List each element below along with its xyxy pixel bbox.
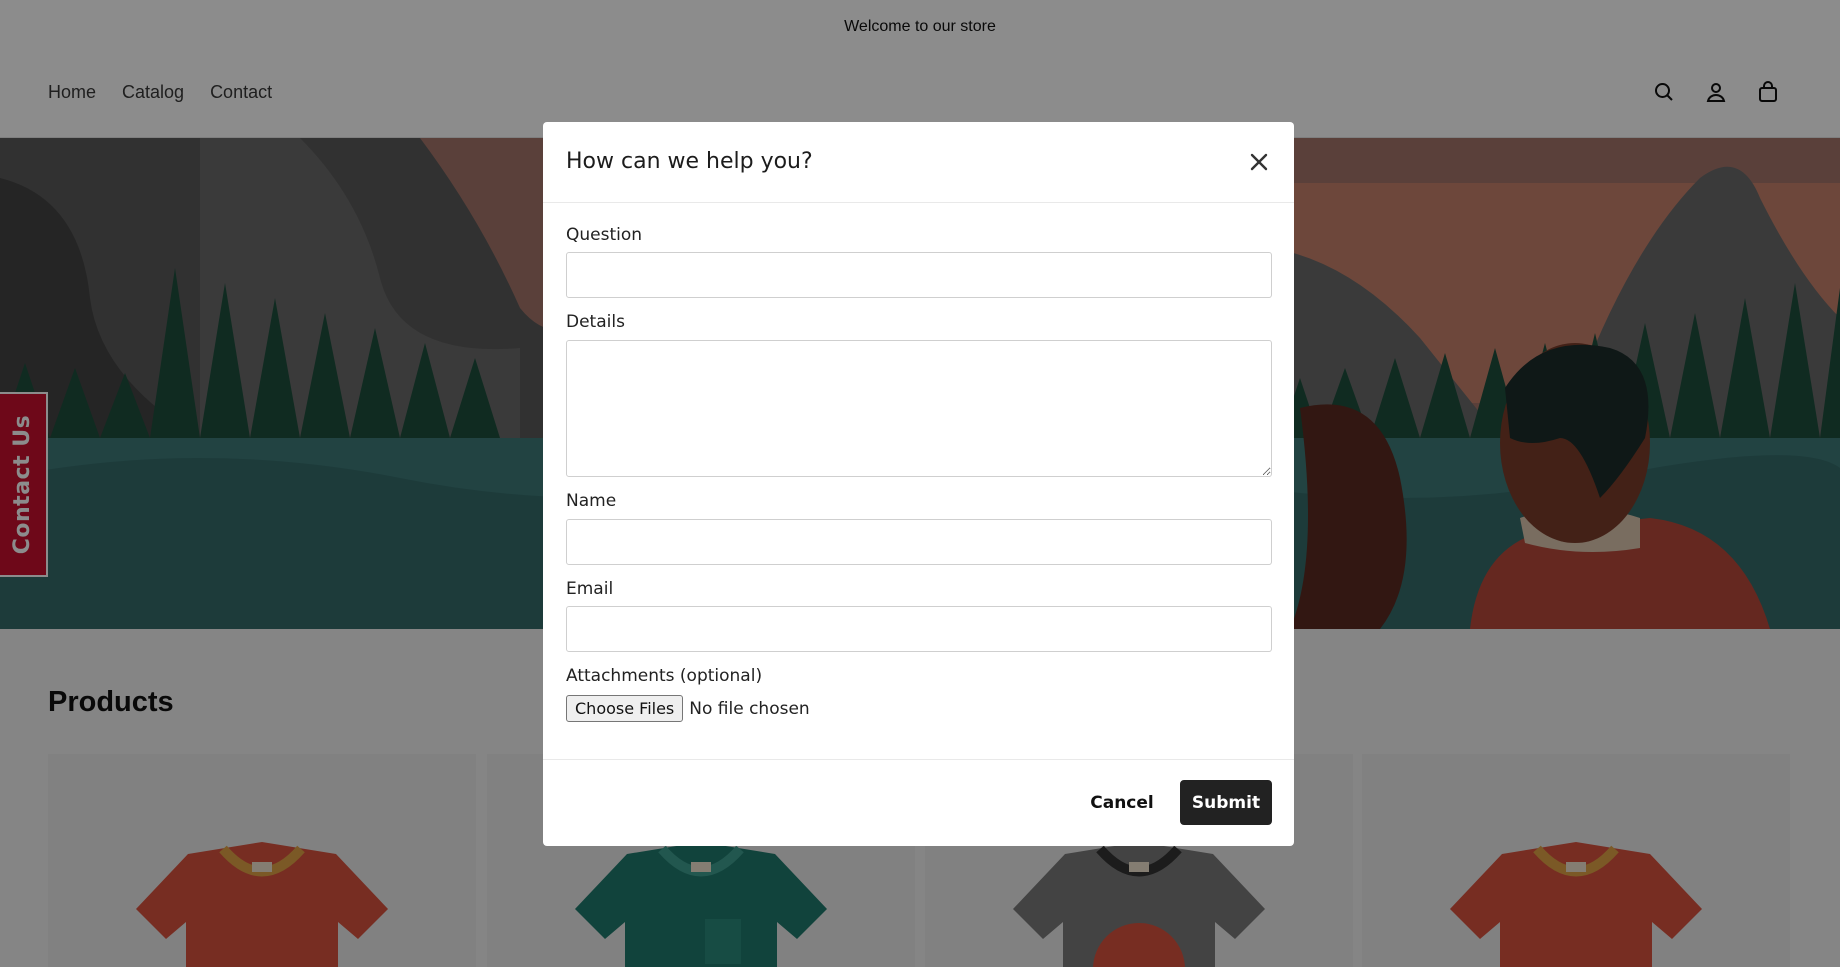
email-input[interactable] — [566, 606, 1272, 652]
question-label: Question — [566, 225, 643, 245]
question-input[interactable] — [566, 252, 1272, 298]
dialog-header: How can we help you? — [543, 122, 1294, 203]
name-input[interactable] — [566, 519, 1272, 565]
dialog-footer: Cancel Submit — [543, 759, 1294, 846]
cancel-button[interactable]: Cancel — [1086, 781, 1158, 825]
file-status: No file chosen — [689, 698, 810, 719]
details-textarea[interactable] — [566, 340, 1272, 477]
email-label: Email — [566, 579, 614, 599]
close-icon[interactable] — [1246, 149, 1272, 175]
file-picker: Choose Files No file chosen — [566, 695, 810, 722]
help-dialog: How can we help you? Question Details Na… — [543, 122, 1294, 846]
submit-button[interactable]: Submit — [1180, 780, 1272, 825]
name-label: Name — [566, 491, 617, 511]
dialog-title: How can we help you? — [566, 149, 813, 174]
attachments-label: Attachments (optional) — [566, 666, 763, 686]
details-label: Details — [566, 312, 625, 332]
choose-files-button[interactable]: Choose Files — [566, 695, 684, 722]
